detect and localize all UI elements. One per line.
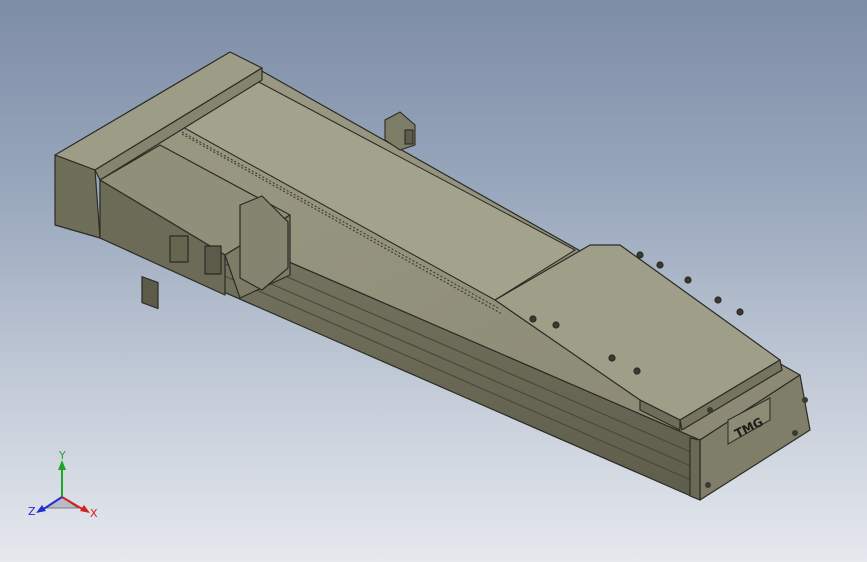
axis-x-label: X [90, 507, 98, 520]
axis-z-label: Z [28, 505, 36, 518]
axis-y-label: Y [58, 449, 66, 462]
orientation-triad: Y X Z [28, 449, 98, 520]
axis-y-icon [58, 460, 66, 497]
graphics-viewport[interactable]: TMG Y X Z [0, 0, 867, 562]
